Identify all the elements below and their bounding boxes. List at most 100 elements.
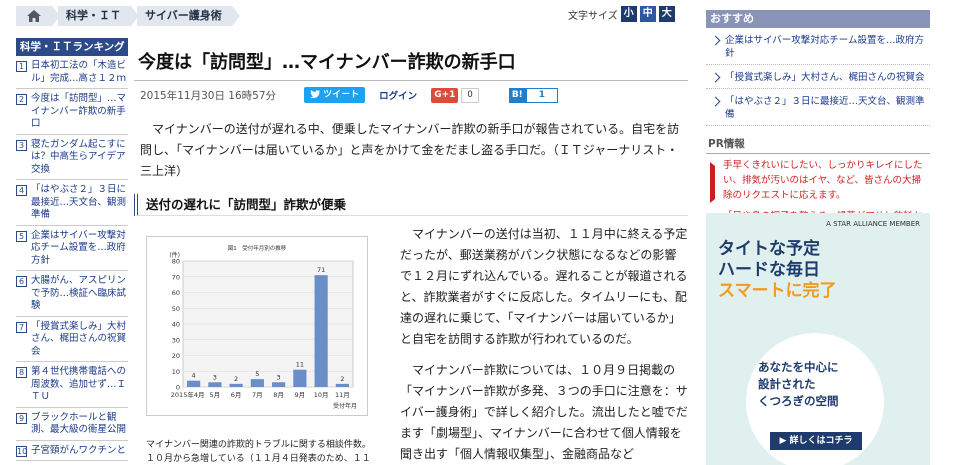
ranking-number: 7 [16,321,27,333]
article-paragraph: マイナンバー詐欺については、１０月９日掲載の「マイナンバー詐欺が多発、３つの手口… [400,363,688,461]
home-icon [27,10,41,22]
ranking-sidebar: 科学・ＩＴランキング 1 日本初工法の「木造ビル」完成…高さ１２ｍ 2 今度は「訪問型… [16,38,128,461]
data-label: 2 [340,375,344,383]
font-size-control: 文字サイズ 小 中 大 [568,6,675,22]
ranking-item[interactable]: 7 「授賞式楽しみ」大村さん、梶田さんの祝賀会 [16,317,128,362]
ranking-number: 10 [16,445,28,457]
breadcrumb: 科学・ＩＴ サイバー護身術 [16,6,240,26]
y-tick-label: 40 [172,321,180,329]
ad-line2: ハードな毎日 [718,260,820,280]
y-tick-label: 80 [172,258,180,266]
x-tick-label: 11月 [335,391,350,399]
data-label: 71 [317,266,325,274]
bar [335,383,349,387]
data-label: 4 [192,372,196,380]
x-tick-label: 5月 [210,391,221,399]
article-meta: 2015年11月30日 16時57分 ツイート ログイン G+1 0 B! 1 [134,83,688,107]
ranking-item[interactable]: 2 今度は「訪問型」…マイナンバー詐欺の新手口 [16,89,128,135]
gplus-icon[interactable]: G+1 [431,87,459,103]
tweet-label: ツイート [323,90,360,100]
ranking-item[interactable]: 1 日本初工法の「木造ビル」完成…高さ１２ｍ [16,56,128,89]
y-tick-label: 20 [172,352,180,360]
ad-copy3: くつろぎの空間 [758,394,839,408]
ranking-number: 9 [16,412,27,424]
ad-line1: タイトな予定 [718,239,820,259]
article-title: 今度は「訪問型」…マイナンバー詐欺の新手口 [134,38,688,81]
recommend-item[interactable]: 企業はサイバー攻撃対応チーム設置を…政府方針 [706,28,930,65]
recommend-title: おすすめ [706,10,930,28]
ranking-number: 6 [16,276,27,287]
x-tick-label: 7月 [252,391,263,399]
ad-detail-button[interactable]: ▶ 詳しくはコチラ [770,432,862,450]
data-label: 3 [277,373,281,381]
ranking-text: 日本初工法の「木造ビル」完成…高さ１２ｍ [31,60,127,84]
x-tick-label: 10月 [314,391,329,399]
ranking-text: 「はやぶさ２」３日に最接近…天文台、観測準備 [31,184,127,220]
ranking-text: 大腸がん、アスピリンで予防…検証へ臨床試験 [31,275,127,311]
ranking-item[interactable]: 3 寝たガンダム起こすには？中高生らアイデア交換 [16,135,128,180]
chart-title: 図1 受付年月別の推移 [228,244,287,252]
font-size-small-button[interactable]: 小 [620,6,637,22]
ranking-item[interactable]: 4 「はやぶさ２」３日に最接近…天文台、観測準備 [16,180,128,226]
ad-headline: タイトな予定 ハードな毎日 スマートに完了 [718,239,837,302]
font-size-medium-button[interactable]: 中 [639,6,656,22]
recommend-item[interactable]: 「はやぶさ２」３日に最接近…天文台、観測準備 [706,89,930,126]
bar [229,383,243,387]
hatena-share[interactable]: B! 1 [508,87,559,103]
ranking-text: 企業はサイバー攻撃対応チーム設置を…政府方針 [31,229,126,266]
ad-copy1: あなたを中心に [758,360,839,374]
gplus-share[interactable]: G+1 0 [431,87,479,103]
ranking-number: 8 [16,367,27,378]
ranking-number: 1 [16,61,27,72]
ranking-text: 今度は「訪問型」…マイナンバー詐欺の新手口 [31,93,127,129]
hatena-count: 1 [525,87,559,103]
gplus-count: 0 [461,87,479,103]
pr-title: PR情報 [706,132,930,154]
ranking-text: 子宮頸がんワクチンと [31,444,127,456]
ranking-text: 第４世代携帯電話への周波数、追加せず…ＩＴＵ [31,366,127,402]
advertisement[interactable]: A STAR ALLIANCE MEMBER タイトな予定 ハードな毎日 スマー… [706,213,930,465]
breadcrumb-item-cyber[interactable]: サイバー護身術 [137,6,240,26]
bar [208,382,222,387]
ad-line3: スマートに完了 [718,281,837,301]
ranking-item[interactable]: 8 第４世代携帯電話への周波数、追加せず…ＩＴＵ [16,362,128,408]
bar [314,275,328,387]
y-tick-label: 10 [172,368,180,376]
ad-copy: あなたを中心に 設計された くつろぎの空間 [758,359,839,410]
ranking-list: 1 日本初工法の「木造ビル」完成…高さ１２ｍ 2 今度は「訪問型」…マイナンバー詐欺の… [16,56,128,461]
figure-caption: マイナンバー関連の詐欺的トラブルに関する相談件数。１０月から急増している（１１月… [146,440,371,464]
breadcrumb-home[interactable] [16,6,60,26]
ranking-item[interactable]: 10 子宮頸がんワクチンと [16,441,128,461]
x-axis-label: 受付年月 [333,402,357,410]
article-lead: マイナンバーの送付が遅れる中、便乗したマイナンバー詐欺の新手口が報告されている。… [140,122,680,178]
ranking-text: 「授賞式楽しみ」大村さん、梶田さんの祝賀会 [31,320,127,357]
breadcrumb-item-science[interactable]: 科学・ＩＴ [58,6,139,26]
data-label: 2 [234,375,238,383]
y-tick-label: 50 [172,305,180,313]
hatena-icon[interactable]: B! [508,87,526,103]
ranking-item[interactable]: 5 企業はサイバー攻撃対応チーム設置を…政府方針 [16,226,128,271]
article-figure[interactable]: 図1 受付年月別の推移 (件) 0 10 20 30 40 50 60 70 80 4 2015年4月 3… [146,236,368,416]
bar [250,379,264,387]
bar [293,369,307,387]
data-label: 3 [213,373,217,381]
login-link[interactable]: ログイン [379,88,417,102]
ranking-number: 4 [16,185,27,196]
ranking-item[interactable]: 6 大腸がん、アスピリンで予防…検証へ臨床試験 [16,271,128,317]
y-tick-label: 70 [172,273,180,281]
ranking-text: ブラックホールと観測、最大級の衛星公開 [31,411,127,436]
ranking-number: 5 [16,230,27,242]
ad-alliance-text: A STAR ALLIANCE MEMBER [826,220,920,228]
bar [272,382,286,387]
x-tick-label: 8月 [273,391,284,399]
ranking-number: 2 [16,94,27,105]
y-tick-label: 30 [172,336,180,344]
recommend-item[interactable]: 「授賞式楽しみ」大村さん、梶田さんの祝賀会 [706,65,930,89]
x-tick-label: 2015年4月 [171,390,205,399]
ranking-item[interactable]: 9 ブラックホールと観測、最大級の衛星公開 [16,408,128,441]
pr-item[interactable]: 手早くきれいにしたい、しっかりキレイにしたい、排気が汚いのはイヤ、など、皆さんの… [706,154,930,205]
font-size-large-button[interactable]: 大 [658,6,675,22]
tweet-button[interactable]: ツイート [304,87,366,103]
font-size-label: 文字サイズ [568,10,618,22]
article-subheading: 送付の遅れに「訪問型」詐欺が便乗 [134,194,688,216]
